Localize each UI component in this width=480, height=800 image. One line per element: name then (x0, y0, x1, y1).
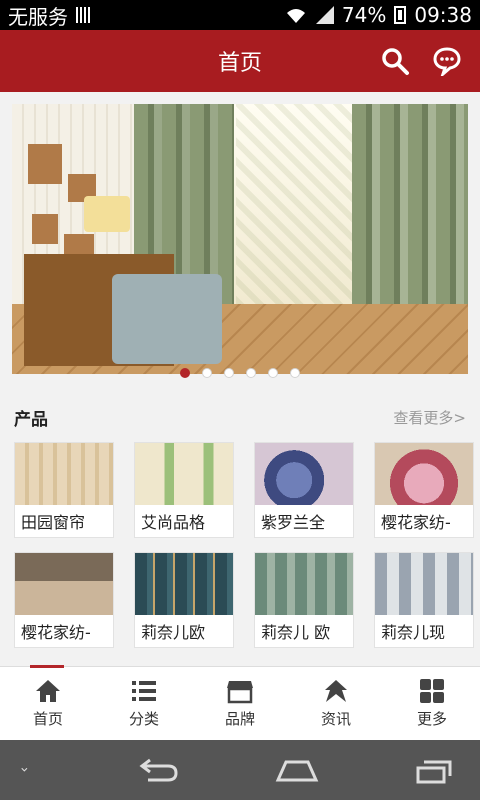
battery-icon (394, 6, 407, 24)
product-name: 艾尚品格 (141, 513, 206, 532)
sim-icon (76, 7, 92, 23)
banner-sheer-curtain (236, 104, 362, 304)
carousel-dot[interactable] (290, 368, 300, 378)
product-name: 紫罗兰全 (261, 513, 326, 532)
product-image (375, 443, 473, 505)
product-image (255, 443, 353, 505)
battery-percent: 74% (341, 3, 387, 27)
products-header: 产品 查看更多> (14, 404, 466, 430)
message-icon[interactable] (432, 46, 462, 76)
product-image (135, 553, 233, 615)
product-name: 樱花家纺- (21, 623, 91, 642)
home-icon (36, 680, 60, 702)
tab-label: 分类 (128, 710, 159, 728)
status-bar: 无服务 74% 09:38 (0, 0, 480, 30)
news-icon (325, 680, 347, 702)
home-nav-icon[interactable] (274, 756, 320, 784)
tab-label: 资讯 (320, 710, 351, 728)
carousel-dot[interactable] (246, 368, 256, 378)
product-image (375, 553, 473, 615)
carrier-text: 无服务 (8, 4, 68, 29)
product-image (15, 553, 113, 615)
hero-banner[interactable] (12, 104, 468, 374)
list-icon (132, 681, 156, 701)
collapse-icon[interactable] (20, 756, 40, 784)
app-header: 首页 (0, 30, 480, 92)
grid-icon (420, 679, 444, 703)
cell-signal-icon (315, 6, 334, 24)
banner-lamp (84, 196, 130, 232)
bottom-tab-bar: 首页 分类 品牌 资讯 更多 (0, 665, 480, 740)
tab-label: 更多 (416, 710, 447, 728)
search-icon[interactable] (380, 46, 410, 76)
tab-category[interactable]: 分类 (96, 667, 192, 740)
banner-curtain-right (352, 104, 468, 334)
shop-icon (227, 681, 253, 704)
product-image (255, 553, 353, 615)
product-name: 樱花家纺- (381, 513, 451, 532)
banner-chair (112, 274, 222, 364)
system-nav-bar (0, 740, 480, 800)
product-card[interactable]: 樱花家纺- (374, 442, 474, 538)
carousel-dots (0, 368, 480, 382)
product-name: 莉奈儿现 (381, 623, 446, 642)
carousel-dot[interactable] (202, 368, 212, 378)
product-name: 田园窗帘 (21, 513, 86, 532)
recent-apps-icon[interactable] (414, 756, 460, 784)
back-icon[interactable] (134, 756, 180, 784)
product-card[interactable]: 田园窗帘 (14, 442, 114, 538)
carousel-dot[interactable] (180, 368, 190, 378)
carousel-dot[interactable] (268, 368, 278, 378)
tab-home[interactable]: 首页 (0, 665, 96, 740)
product-card[interactable]: 樱花家纺- (14, 552, 114, 648)
product-card[interactable]: 紫罗兰全 (254, 442, 354, 538)
tab-brand[interactable]: 品牌 (192, 667, 288, 740)
page-title: 首页 (217, 51, 262, 76)
product-name: 莉奈儿 欧 (261, 623, 331, 642)
product-image (135, 443, 233, 505)
product-card[interactable]: 莉奈儿欧 (134, 552, 234, 648)
carousel-dot[interactable] (224, 368, 234, 378)
product-name: 莉奈儿欧 (141, 623, 206, 642)
product-card[interactable]: 莉奈儿 欧 (254, 552, 354, 648)
tab-news[interactable]: 资讯 (288, 667, 384, 740)
section-title: 产品 (14, 409, 48, 430)
product-card[interactable]: 艾尚品格 (134, 442, 234, 538)
product-image (15, 443, 113, 505)
tab-label: 首页 (32, 710, 63, 728)
clock: 09:38 (414, 3, 472, 27)
product-card[interactable]: 莉奈儿现 (374, 552, 474, 648)
tab-more[interactable]: 更多 (384, 667, 480, 740)
tab-label: 品牌 (224, 710, 255, 728)
wifi-icon (286, 9, 305, 23)
see-more-link[interactable]: 查看更多> (393, 407, 466, 428)
